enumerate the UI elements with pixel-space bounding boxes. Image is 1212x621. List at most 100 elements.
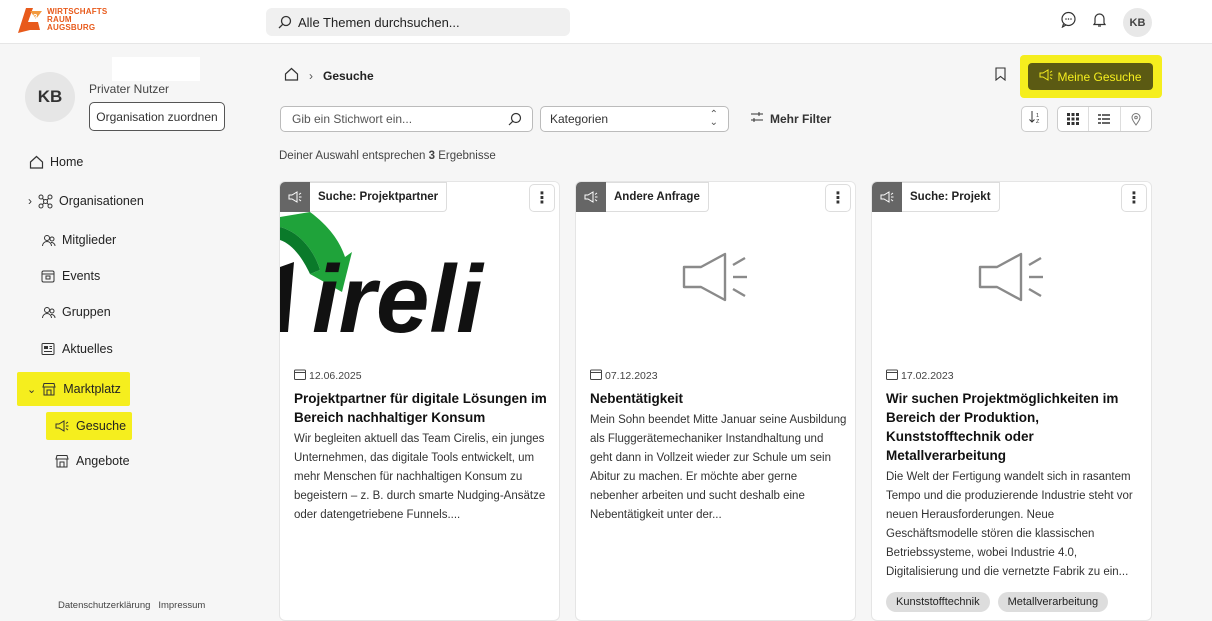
global-search-placeholder: Alle Themen durchsuchen... bbox=[298, 14, 460, 30]
sliders-icon bbox=[750, 111, 764, 126]
results-count-text: Deiner Auswahl entsprechen 3 Ergebnisse bbox=[279, 150, 496, 162]
more-options-icon[interactable]: ⋮ bbox=[825, 184, 851, 212]
user-type: Privater Nutzer bbox=[89, 82, 170, 96]
more-options-icon[interactable]: ⋮ bbox=[529, 184, 555, 212]
card-image-text: ireli bbox=[312, 246, 485, 342]
sidebar-footer: Datenschutzerklärung Impressum bbox=[58, 600, 205, 611]
logo-line-3: AUGSBURG bbox=[47, 23, 96, 32]
meine-gesuche-button[interactable]: Meine Gesuche bbox=[1028, 63, 1153, 90]
sidebar-item-label: Organisationen bbox=[59, 194, 144, 208]
store-icon bbox=[41, 381, 57, 397]
sidebar-item-angebote[interactable]: Angebote bbox=[54, 450, 130, 472]
sidebar-item-marktplatz[interactable]: ⌄ Marktplatz bbox=[17, 372, 130, 406]
meine-gesuche-highlight: Meine Gesuche bbox=[1020, 55, 1162, 98]
megaphone-icon bbox=[872, 182, 902, 212]
sidebar: KB Privater Nutzer Organisation zuordnen… bbox=[0, 45, 250, 613]
sidebar-item-events[interactable]: Events bbox=[40, 265, 100, 287]
sidebar-blank-box bbox=[112, 57, 200, 81]
network-icon bbox=[37, 193, 53, 209]
profile-avatar[interactable]: KB bbox=[25, 72, 75, 122]
category-select[interactable]: Kategorien ⌃ ⌄ bbox=[540, 106, 729, 132]
megaphone-icon bbox=[576, 182, 606, 212]
sidebar-item-aktuelles[interactable]: Aktuelles bbox=[40, 338, 113, 360]
card-tag-label: Suche: Projektpartner bbox=[310, 182, 448, 212]
privacy-link[interactable]: Datenschutzerklärung bbox=[58, 600, 150, 611]
card-title[interactable]: Projektpartner für digitale Lösungen im … bbox=[294, 389, 552, 427]
sidebar-item-home[interactable]: Home bbox=[28, 151, 83, 173]
sort-icon: 1Z bbox=[1028, 110, 1042, 129]
gesuch-card-2[interactable]: Andere Anfrage ⋮ 07.12.2023 Nebentätigke… bbox=[575, 181, 856, 621]
view-toggle bbox=[1057, 106, 1152, 132]
top-bar: 3 WIRTSCHAFTS RAUM AUGSBURG Alle Themen … bbox=[0, 0, 1212, 44]
svg-text:Z: Z bbox=[1036, 119, 1040, 124]
card-description: Wir begleiten aktuell das Team Cirelis, … bbox=[294, 433, 546, 521]
card-title[interactable]: Wir suchen Projektmöglichkeiten im Berei… bbox=[886, 389, 1144, 465]
list-view-icon[interactable] bbox=[1089, 107, 1121, 131]
results-prefix: Deiner Auswahl entsprechen bbox=[279, 150, 429, 162]
card-tag-label: Andere Anfrage bbox=[606, 182, 709, 212]
grid-view-icon[interactable] bbox=[1058, 107, 1090, 131]
sidebar-item-gesuche[interactable]: Gesuche bbox=[46, 412, 132, 440]
card-date: 07.12.2023 bbox=[590, 369, 658, 383]
chat-icon[interactable] bbox=[1060, 11, 1077, 33]
gesuch-card-1[interactable]: ireli Suche: Projektpartner ⋮ 12.06.2025… bbox=[279, 181, 560, 621]
card-date-value: 07.12.2023 bbox=[605, 370, 658, 382]
more-options-icon[interactable]: ⋮ bbox=[1121, 184, 1147, 212]
keyword-placeholder: Gib ein Stichwort ein... bbox=[292, 112, 413, 126]
sidebar-item-mitglieder[interactable]: Mitglieder bbox=[40, 229, 116, 251]
tag-chip[interactable]: Metallverarbeitung bbox=[997, 592, 1109, 612]
imprint-link[interactable]: Impressum bbox=[158, 600, 205, 611]
card-description: Mein Sohn beendet Mitte Januar seine Aus… bbox=[590, 414, 847, 521]
sidebar-item-label: Gruppen bbox=[62, 305, 111, 319]
sidebar-item-label: Gesuche bbox=[76, 419, 127, 433]
main-content: › Gesuche Meine Gesuche Gib ein Stichwor… bbox=[262, 45, 1212, 621]
search-icon[interactable] bbox=[508, 112, 522, 126]
tag-chip[interactable]: Kunststofftechnik bbox=[886, 592, 990, 612]
sidebar-item-label: Mitglieder bbox=[62, 233, 117, 247]
bookmark-icon[interactable] bbox=[995, 67, 1006, 86]
sidebar-item-label: Angebote bbox=[76, 454, 130, 468]
megaphone-icon bbox=[54, 418, 70, 434]
news-icon bbox=[40, 341, 56, 357]
category-select-value: Kategorien bbox=[550, 112, 609, 126]
card-category-tag: Suche: Projektpartner bbox=[280, 182, 448, 212]
select-chevron-icon: ⌃ ⌄ bbox=[709, 109, 718, 128]
card-tags: Kunststofftechnik Metallverarbeitung bbox=[886, 592, 1109, 612]
card-date-value: 17.02.2023 bbox=[901, 370, 954, 382]
logo[interactable]: 3 WIRTSCHAFTS RAUM AUGSBURG bbox=[16, 5, 107, 35]
chevron-right-icon: › bbox=[309, 68, 313, 83]
keyword-input[interactable]: Gib ein Stichwort ein... bbox=[280, 106, 533, 132]
home-icon[interactable] bbox=[284, 67, 299, 84]
breadcrumb: › Gesuche bbox=[284, 67, 374, 84]
users-icon bbox=[40, 232, 56, 248]
chevron-down-icon: ⌄ bbox=[27, 383, 37, 396]
gesuch-card-3[interactable]: Suche: Projekt ⋮ 17.02.2023 Wir suchen P… bbox=[871, 181, 1152, 621]
sidebar-item-gruppen[interactable]: Gruppen bbox=[40, 301, 111, 323]
bell-icon[interactable] bbox=[1091, 11, 1108, 33]
assign-organisation-button[interactable]: Organisation zuordnen bbox=[89, 102, 225, 131]
card-title[interactable]: Nebentätigkeit bbox=[590, 389, 848, 408]
sidebar-item-label: Events bbox=[62, 269, 101, 283]
more-filters-label: Mehr Filter bbox=[770, 111, 832, 126]
sidebar-item-label: Home bbox=[50, 155, 84, 169]
global-search[interactable]: Alle Themen durchsuchen... bbox=[266, 8, 570, 36]
results-suffix: Ergebnisse bbox=[435, 150, 496, 162]
sort-button[interactable]: 1Z bbox=[1021, 106, 1048, 132]
home-icon bbox=[28, 154, 44, 170]
map-pin-icon[interactable] bbox=[1121, 107, 1151, 131]
meine-gesuche-label: Meine Gesuche bbox=[1057, 69, 1142, 84]
megaphone-icon bbox=[1039, 69, 1053, 84]
card-date: 12.06.2025 bbox=[294, 369, 362, 383]
more-filters-button[interactable]: Mehr Filter bbox=[750, 111, 831, 126]
card-category-tag: Suche: Projekt bbox=[872, 182, 1000, 212]
group-icon bbox=[40, 304, 56, 320]
megaphone-placeholder-icon bbox=[872, 222, 1151, 332]
card-category-tag: Andere Anfrage bbox=[576, 182, 709, 212]
megaphone-placeholder-icon bbox=[576, 222, 855, 332]
user-avatar[interactable]: KB bbox=[1123, 8, 1152, 37]
store-icon bbox=[54, 453, 70, 469]
card-date-value: 12.06.2025 bbox=[309, 370, 362, 382]
logo-text: WIRTSCHAFTS RAUM AUGSBURG bbox=[47, 8, 107, 32]
sidebar-item-organisationen[interactable]: › Organisationen bbox=[28, 190, 144, 212]
svg-text:3: 3 bbox=[33, 13, 38, 22]
